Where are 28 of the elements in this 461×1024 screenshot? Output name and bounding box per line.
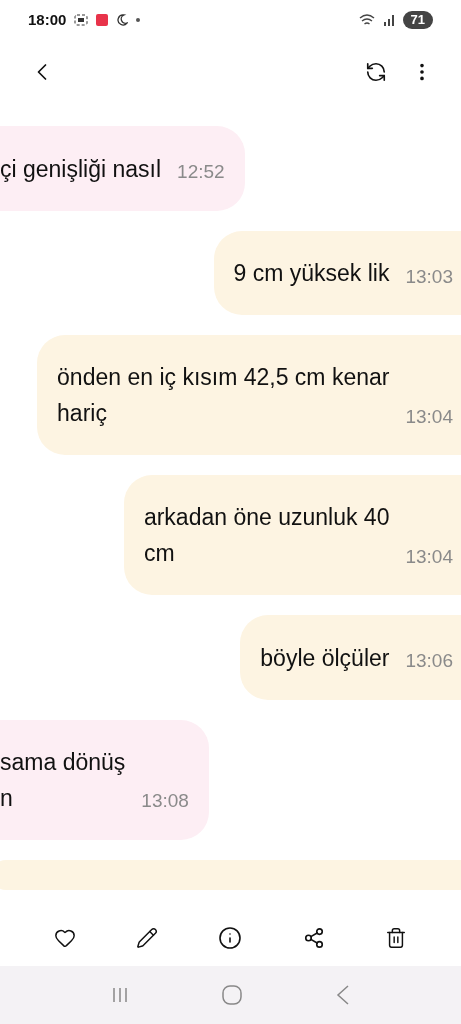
moon-icon: [116, 14, 129, 26]
message-text: önden en iç kısım 42,5 cm kenar hariç: [57, 363, 390, 428]
message-text: böyle ölçüler: [260, 643, 390, 673]
rotate-button[interactable]: [365, 61, 387, 83]
info-button[interactable]: [218, 926, 243, 950]
message-text: çi genişliği nasıl: [0, 154, 162, 184]
message-time: 13:04: [405, 544, 453, 569]
favorite-button[interactable]: [54, 927, 77, 949]
message-time: 13:03: [405, 264, 453, 289]
screenshot-icon: [74, 14, 89, 26]
message-text: sama dönüş n: [0, 747, 126, 813]
back-nav-button[interactable]: [336, 985, 351, 1005]
app-icon: [96, 14, 109, 26]
dot-icon: [136, 18, 141, 22]
share-button[interactable]: [302, 927, 325, 949]
delete-button[interactable]: [384, 927, 407, 949]
message-text: 9 cm yüksek lik: [233, 259, 390, 288]
signal-icon: [382, 14, 395, 26]
message-time: 13:08: [141, 789, 189, 813]
edit-button[interactable]: [136, 927, 159, 949]
battery-level: 71: [402, 11, 433, 29]
wifi-icon: [358, 14, 375, 26]
message-text: arkadan öne uzunluk 40 cm: [143, 503, 390, 568]
message-time: 13:04: [405, 404, 453, 429]
home-button[interactable]: [222, 985, 243, 1005]
message-time: 12:52: [177, 160, 225, 184]
message-time: 13:06: [405, 649, 453, 673]
status-time: 18:00: [28, 9, 67, 30]
